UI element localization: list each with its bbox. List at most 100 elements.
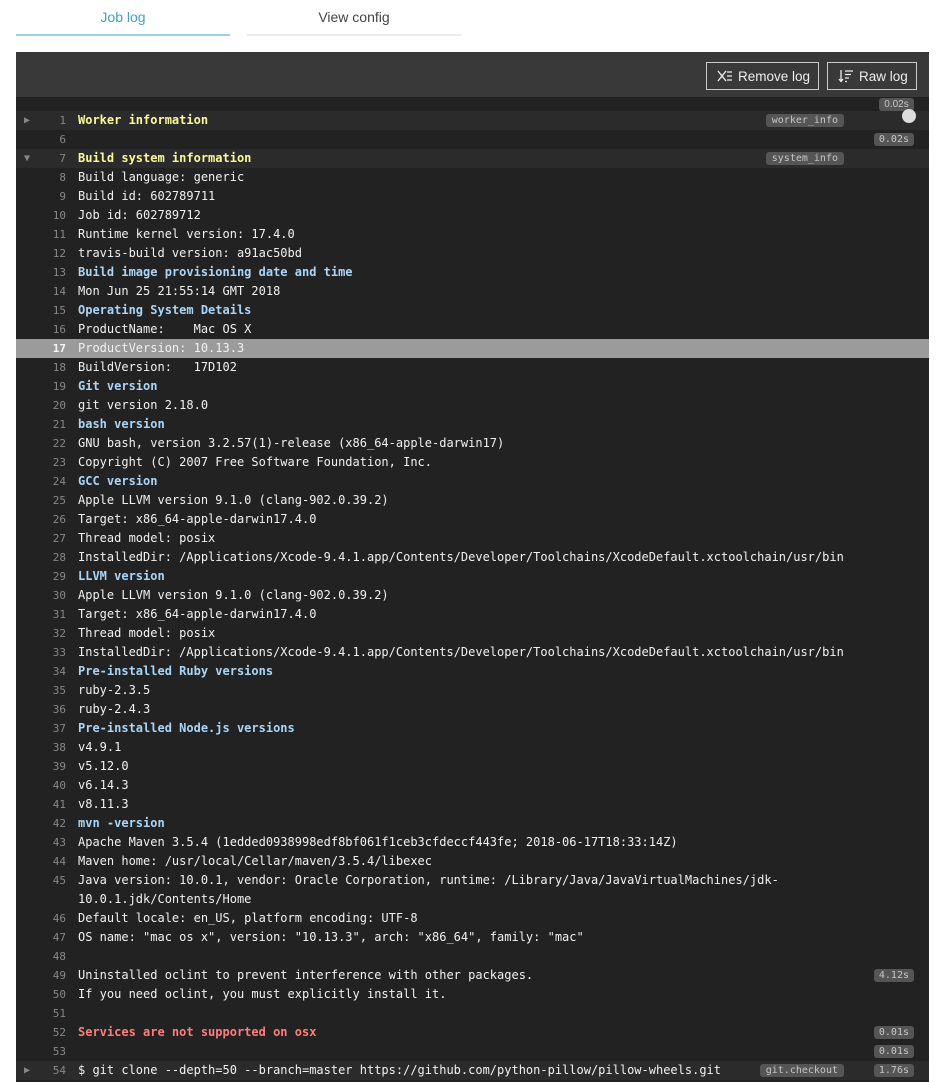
line-number[interactable]: 26 bbox=[36, 510, 66, 529]
line-text: LLVM version bbox=[78, 569, 165, 583]
line-number[interactable]: 35 bbox=[36, 681, 66, 700]
log-line: 26 Target: x86_64-apple-darwin17.4.0 bbox=[16, 510, 929, 529]
line-number[interactable]: 54 bbox=[36, 1061, 66, 1080]
line-text: GCC version bbox=[78, 474, 158, 488]
line-number[interactable]: 22 bbox=[36, 434, 66, 453]
log-line: 12 travis-build version: a91ac50bd bbox=[16, 244, 929, 263]
raw-log-button[interactable]: Raw log bbox=[827, 62, 917, 90]
line-text: v4.9.1 bbox=[78, 740, 122, 754]
line-number[interactable]: 18 bbox=[36, 358, 66, 377]
line-number[interactable]: 6 bbox=[36, 130, 66, 149]
line-number[interactable]: 50 bbox=[36, 985, 66, 1004]
line-number[interactable]: 11 bbox=[36, 225, 66, 244]
line-number[interactable]: 39 bbox=[36, 757, 66, 776]
line-text: Worker information bbox=[78, 113, 209, 127]
line-number[interactable]: 10 bbox=[36, 206, 66, 225]
log-line: 19 Git version bbox=[16, 377, 929, 396]
job-log-panel: Remove log Raw log 0.02s ▶ 1 Worker inform… bbox=[16, 52, 929, 1082]
line-number[interactable]: 25 bbox=[36, 491, 66, 510]
log-line: 46 Default locale: en_US, platform encodi… bbox=[16, 909, 929, 928]
line-text: Copyright (C) 2007 Free Software Foundat… bbox=[78, 455, 433, 469]
line-number[interactable]: 7 bbox=[36, 149, 66, 168]
line-number[interactable]: 42 bbox=[36, 814, 66, 833]
log-line: 49 Uninstalled oclint to prevent interfer… bbox=[16, 966, 929, 985]
line-text: Target: x86_64-apple-darwin17.4.0 bbox=[78, 607, 317, 621]
log-line: 30 Apple LLVM version 9.1.0 (clang-902.0.… bbox=[16, 586, 929, 605]
line-number[interactable]: 51 bbox=[36, 1004, 66, 1023]
log-line: 27 Thread model: posix bbox=[16, 529, 929, 548]
line-number[interactable]: 14 bbox=[36, 282, 66, 301]
line-text: git version 2.18.0 bbox=[78, 398, 209, 412]
line-number[interactable]: 23 bbox=[36, 453, 66, 472]
line-number[interactable]: 9 bbox=[36, 187, 66, 206]
line-number[interactable]: 8 bbox=[36, 168, 66, 187]
log-line: 16 ProductName: Mac OS X bbox=[16, 320, 929, 339]
fold-expand-icon[interactable]: ▶ bbox=[24, 1061, 36, 1080]
line-number[interactable]: 37 bbox=[36, 719, 66, 738]
tab-view-config[interactable]: View config bbox=[247, 0, 461, 36]
line-number[interactable]: 49 bbox=[36, 966, 66, 985]
line-number[interactable]: 1 bbox=[36, 111, 66, 130]
log-line: 23 Copyright (C) 2007 Free Software Found… bbox=[16, 453, 929, 472]
log-line: 44 Maven home: /usr/local/Cellar/maven/3.… bbox=[16, 852, 929, 871]
line-number[interactable]: 38 bbox=[36, 738, 66, 757]
line-number[interactable]: 21 bbox=[36, 415, 66, 434]
line-text: Mon Jun 25 21:55:14 GMT 2018 bbox=[78, 284, 281, 298]
scroll-to-top-handle[interactable] bbox=[902, 109, 916, 123]
log-line: 11 Runtime kernel version: 17.4.0 bbox=[16, 225, 929, 244]
log-line: 8 Build language: generic bbox=[16, 168, 929, 187]
line-number[interactable]: 44 bbox=[36, 852, 66, 871]
line-text: Apple LLVM version 9.1.0 (clang-902.0.39… bbox=[78, 493, 389, 507]
line-number[interactable]: 41 bbox=[36, 795, 66, 814]
line-number[interactable]: 45 bbox=[36, 871, 66, 890]
log-line: 38 v4.9.1 bbox=[16, 738, 929, 757]
line-number[interactable]: 48 bbox=[36, 947, 66, 966]
line-number[interactable]: 28 bbox=[36, 548, 66, 567]
log-line: 37 Pre-installed Node.js versions bbox=[16, 719, 929, 738]
fold-collapse-icon[interactable]: ▼ bbox=[24, 149, 36, 168]
line-text: Default locale: en_US, platform encoding… bbox=[78, 911, 418, 925]
line-number[interactable]: 40 bbox=[36, 776, 66, 795]
line-number[interactable]: 30 bbox=[36, 586, 66, 605]
line-number[interactable]: 43 bbox=[36, 833, 66, 852]
line-number[interactable]: 52 bbox=[36, 1023, 66, 1042]
line-number[interactable]: 47 bbox=[36, 928, 66, 947]
line-number[interactable]: 46 bbox=[36, 909, 66, 928]
line-number[interactable]: 34 bbox=[36, 662, 66, 681]
log-line: 51 bbox=[16, 1004, 929, 1023]
line-number[interactable]: 12 bbox=[36, 244, 66, 263]
line-number[interactable]: 16 bbox=[36, 320, 66, 339]
fold-tag-badge: system_info bbox=[765, 152, 844, 165]
line-number[interactable]: 24 bbox=[36, 472, 66, 491]
log-line: 52 Services are not supported on osx 0.01s bbox=[16, 1023, 929, 1042]
line-number[interactable]: 27 bbox=[36, 529, 66, 548]
line-number[interactable]: 33 bbox=[36, 643, 66, 662]
log-fold-row[interactable]: ▶ 54 $ git clone --depth=50 --branch=maste… bbox=[16, 1061, 929, 1080]
line-number[interactable]: 32 bbox=[36, 624, 66, 643]
line-text: Pre-installed Ruby versions bbox=[78, 664, 274, 678]
line-text: v6.14.3 bbox=[78, 778, 129, 792]
line-number[interactable]: 13 bbox=[36, 263, 66, 282]
line-number[interactable]: 53 bbox=[36, 1042, 66, 1061]
line-text: mvn -version bbox=[78, 816, 165, 830]
line-number[interactable]: 17 bbox=[36, 339, 66, 358]
tab-job-log[interactable]: Job log bbox=[16, 0, 230, 36]
line-number[interactable]: 15 bbox=[36, 301, 66, 320]
line-number[interactable]: 20 bbox=[36, 396, 66, 415]
log-fold-row[interactable]: ▶ 1 Worker information worker_info bbox=[16, 111, 929, 130]
line-text: GNU bash, version 3.2.57(1)-release (x86… bbox=[78, 436, 505, 450]
line-text: BuildVersion: 17D102 bbox=[78, 360, 237, 374]
line-number[interactable]: 36 bbox=[36, 700, 66, 719]
log-line: 35 ruby-2.3.5 bbox=[16, 681, 929, 700]
duration-badge: 4.12s bbox=[873, 969, 914, 982]
remove-log-button[interactable]: Remove log bbox=[706, 62, 819, 90]
log-fold-row[interactable]: ▼ 7 Build system information system_info bbox=[16, 149, 929, 168]
log-line: 33 InstalledDir: /Applications/Xcode-9.4.… bbox=[16, 643, 929, 662]
line-number[interactable]: 31 bbox=[36, 605, 66, 624]
fold-expand-icon[interactable]: ▶ bbox=[24, 111, 36, 130]
line-number[interactable]: 29 bbox=[36, 567, 66, 586]
line-number[interactable]: 19 bbox=[36, 377, 66, 396]
log-line: 17 ProductVersion: 10.13.3 bbox=[16, 339, 929, 358]
log-line: 13 Build image provisioning date and time bbox=[16, 263, 929, 282]
log-line: 10 Job id: 602789712 bbox=[16, 206, 929, 225]
